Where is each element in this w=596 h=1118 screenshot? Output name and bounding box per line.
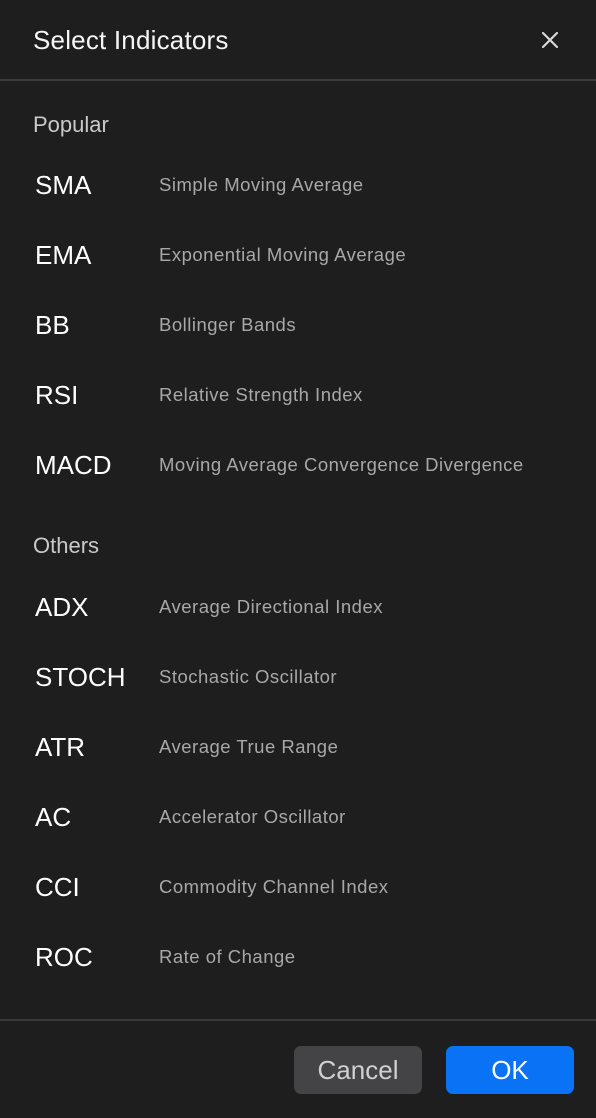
- select-indicators-dialog: Select Indicators Popular SMA Simple Mov…: [0, 0, 596, 1118]
- indicator-row-atr[interactable]: ATR Average True Range: [0, 717, 596, 777]
- indicator-name: Relative Strength Index: [159, 384, 363, 405]
- indicator-name: Simple Moving Average: [159, 174, 364, 195]
- indicator-abbr: STOCH: [35, 662, 126, 692]
- indicator-row-adx[interactable]: ADX Average Directional Index: [0, 577, 596, 637]
- indicator-abbr: AC: [35, 802, 72, 832]
- indicator-row-ac[interactable]: AC Accelerator Oscillator: [0, 787, 596, 847]
- indicator-row-sma[interactable]: SMA Simple Moving Average: [0, 155, 596, 215]
- indicator-abbr: MACD: [35, 450, 112, 480]
- indicator-name: Stochastic Oscillator: [159, 666, 338, 687]
- dialog-header: Select Indicators: [0, 0, 596, 80]
- indicator-row-ema[interactable]: EMA Exponential Moving Average: [0, 225, 596, 285]
- indicator-row-roc[interactable]: ROC Rate of Change: [0, 927, 596, 987]
- indicator-name: Commodity Channel Index: [159, 876, 389, 897]
- cancel-button[interactable]: Cancel: [294, 1046, 422, 1094]
- section-label-popular: Popular: [33, 112, 109, 137]
- indicator-name: Moving Average Convergence Divergence: [159, 454, 524, 475]
- indicator-row-macd[interactable]: MACD Moving Average Convergence Divergen…: [0, 435, 596, 495]
- indicator-row-rsi[interactable]: RSI Relative Strength Index: [0, 365, 596, 425]
- indicator-row-bb[interactable]: BB Bollinger Bands: [0, 295, 596, 355]
- indicator-abbr: ATR: [35, 732, 86, 762]
- close-button[interactable]: [532, 22, 568, 58]
- indicator-row-stoch[interactable]: STOCH Stochastic Oscillator: [0, 647, 596, 707]
- indicator-name: Rate of Change: [159, 946, 296, 967]
- indicator-name: Average True Range: [159, 736, 339, 757]
- indicator-name: Accelerator Oscillator: [159, 806, 346, 827]
- close-icon: [541, 31, 559, 49]
- indicator-abbr: BB: [35, 310, 70, 340]
- header-divider: [0, 79, 596, 81]
- section-label-others: Others: [33, 533, 100, 558]
- indicator-name: Bollinger Bands: [159, 314, 297, 335]
- indicator-abbr: SMA: [35, 170, 92, 200]
- indicator-abbr: ROC: [35, 942, 93, 972]
- indicator-abbr: EMA: [35, 240, 92, 270]
- indicator-name: Average Directional Index: [159, 596, 384, 617]
- indicator-abbr: ADX: [35, 592, 89, 622]
- indicator-abbr: RSI: [35, 380, 79, 410]
- indicator-row-cci[interactable]: CCI Commodity Channel Index: [0, 857, 596, 917]
- dialog-title: Select Indicators: [33, 25, 229, 55]
- indicator-name: Exponential Moving Average: [159, 244, 407, 265]
- indicator-abbr: CCI: [35, 872, 80, 902]
- footer-divider: [0, 1019, 596, 1021]
- ok-button[interactable]: OK: [446, 1046, 574, 1094]
